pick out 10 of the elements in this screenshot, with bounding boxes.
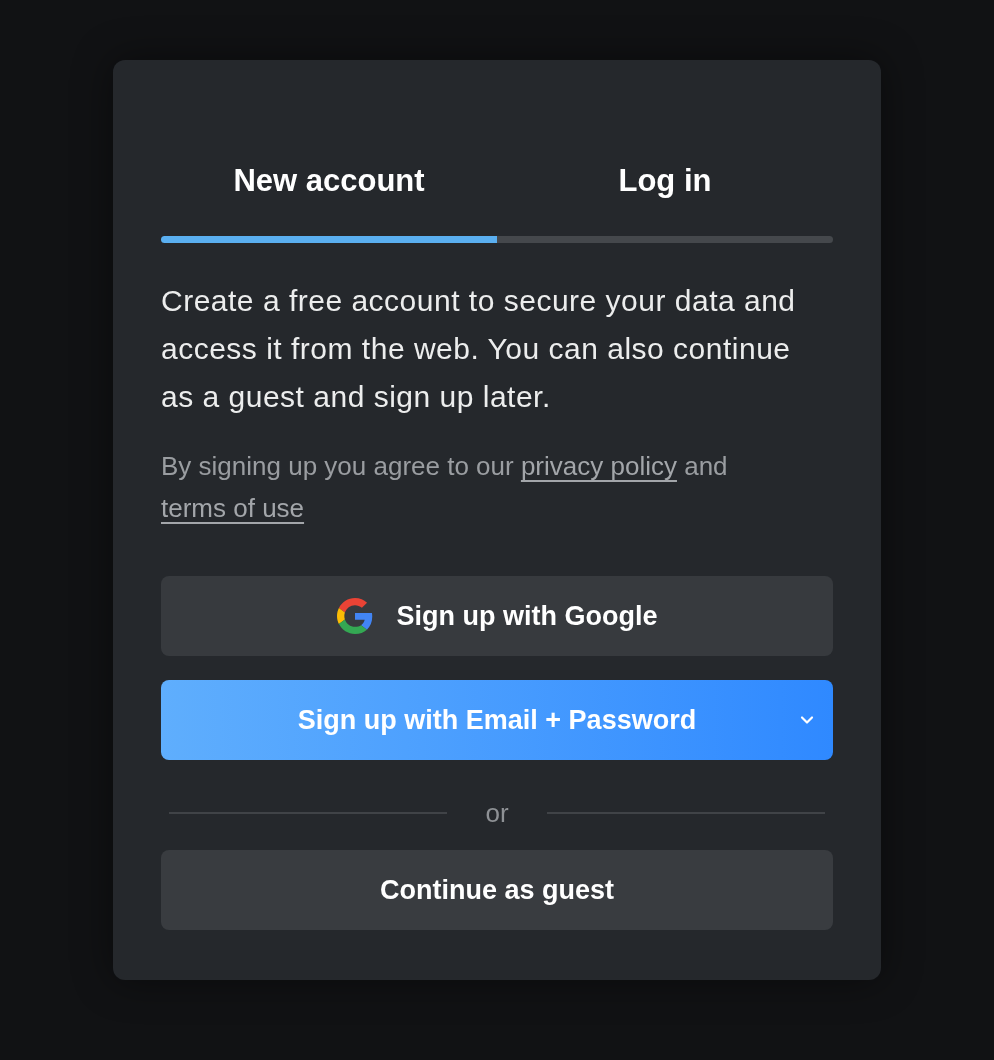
- google-g-icon: [336, 598, 373, 634]
- divider-label: or: [485, 796, 509, 830]
- google-signup-button[interactable]: Sign up with Google: [161, 576, 833, 656]
- guest-button[interactable]: Continue as guest: [161, 850, 833, 930]
- text-link[interactable]: privacy policy: [520, 451, 677, 481]
- intro-text: Create a free account to secure your data and access it from the web. You can also continue as a guest and sign up later.: [161, 283, 797, 415]
- tab[interactable]: New account: [225, 161, 433, 201]
- text-link[interactable]: terms of use: [161, 493, 305, 523]
- tab[interactable]: Log in: [610, 161, 720, 201]
- agreement-text: By signing up you agree to our privacy policy and terms of use: [161, 450, 729, 525]
